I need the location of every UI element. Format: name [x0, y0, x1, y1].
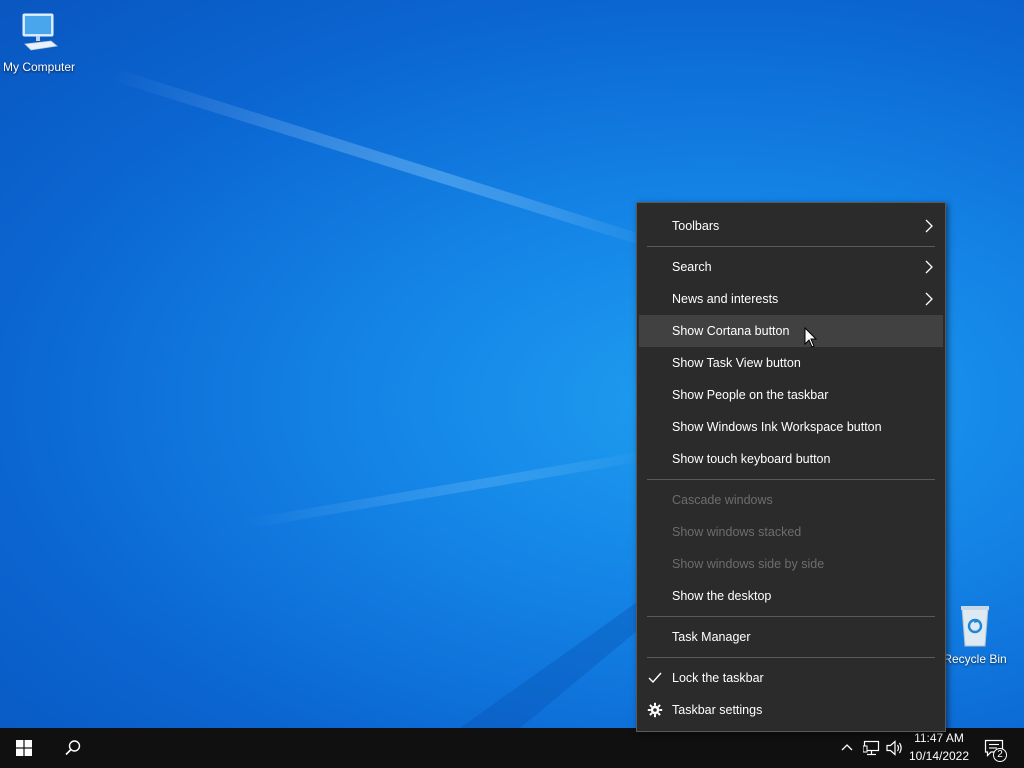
menu-item-label: Show People on the taskbar [672, 388, 829, 402]
start-button[interactable] [0, 728, 48, 768]
computer-icon [22, 13, 58, 51]
clock-time: 11:47 AM [914, 731, 964, 745]
menu-item-label: Show windows side by side [672, 557, 825, 571]
clock-date: 10/14/2022 [908, 749, 970, 763]
search-button[interactable] [48, 728, 96, 768]
speaker-icon [886, 740, 902, 756]
menu-item-label: Show windows stacked [672, 525, 802, 539]
menu-item-label: Search [672, 260, 712, 274]
menu-item-lock-the-taskbar[interactable]: Lock the taskbar [639, 662, 943, 694]
action-center-button[interactable]: 2 [978, 728, 1024, 768]
menu-item-label: Toolbars [672, 219, 720, 233]
menu-item-label: News and interests [672, 292, 779, 306]
chevron-right-icon [925, 219, 933, 233]
menu-item-label: Taskbar settings [672, 703, 763, 717]
notification-count-badge: 2 [993, 748, 1007, 762]
menu-item-show-people[interactable]: Show People on the taskbar [639, 379, 943, 411]
menu-item-search[interactable]: Search [639, 251, 943, 283]
menu-item-label: Cascade windows [672, 493, 773, 507]
menu-item-taskbar-settings[interactable]: Taskbar settings [639, 694, 943, 726]
menu-item-label: Show the desktop [672, 589, 772, 603]
desktop-icon-label: Recycle Bin [943, 652, 1007, 666]
menu-item-label: Lock the taskbar [672, 671, 764, 685]
menu-item-show-windows-ink[interactable]: Show Windows Ink Workspace button [639, 411, 943, 443]
network-icon [863, 740, 880, 756]
gear-icon [647, 702, 663, 718]
menu-item-task-manager[interactable]: Task Manager [639, 621, 943, 653]
menu-item-show-the-desktop[interactable]: Show the desktop [639, 580, 943, 612]
desktop-icon-my-computer[interactable]: My Computer [0, 10, 81, 74]
menu-item-show-cortana-button[interactable]: Show Cortana button [639, 315, 943, 347]
desktop-icon-label: My Computer [2, 60, 76, 74]
menu-separator [647, 246, 935, 247]
menu-item-show-windows-stacked: Show windows stacked [639, 516, 943, 548]
show-hidden-icons-button[interactable] [836, 728, 858, 768]
menu-item-label: Show touch keyboard button [672, 452, 831, 466]
menu-separator [647, 616, 935, 617]
menu-item-show-task-view-button[interactable]: Show Task View button [639, 347, 943, 379]
notification-count: 2 [997, 749, 1003, 760]
chevron-right-icon [925, 260, 933, 274]
menu-separator [647, 657, 935, 658]
taskbar[interactable]: 11:47 AM 10/14/2022 2 [0, 728, 1024, 768]
mouse-pointer-icon [804, 327, 818, 348]
clock-button[interactable]: 11:47 AM 10/14/2022 [904, 728, 974, 768]
menu-item-cascade-windows: Cascade windows [639, 484, 943, 516]
network-button[interactable] [860, 728, 884, 768]
volume-button[interactable] [884, 728, 906, 768]
menu-item-show-windows-side-by-side: Show windows side by side [639, 548, 943, 580]
taskbar-context-menu: Toolbars Search News and interests Show … [636, 202, 946, 732]
windows-logo-icon [16, 740, 32, 756]
chevron-right-icon [925, 292, 933, 306]
chevron-up-icon [841, 744, 853, 751]
menu-item-show-touch-keyboard[interactable]: Show touch keyboard button [639, 443, 943, 475]
menu-item-label: Show Cortana button [672, 324, 790, 338]
search-icon [65, 740, 81, 756]
recycle-bin-icon [961, 606, 989, 647]
menu-item-toolbars[interactable]: Toolbars [639, 210, 943, 242]
menu-item-label: Task Manager [672, 630, 751, 644]
menu-separator [647, 479, 935, 480]
menu-item-label: Show Task View button [672, 356, 801, 370]
menu-item-news-and-interests[interactable]: News and interests [639, 283, 943, 315]
menu-item-label: Show Windows Ink Workspace button [672, 420, 882, 434]
checkmark-icon [648, 672, 662, 684]
